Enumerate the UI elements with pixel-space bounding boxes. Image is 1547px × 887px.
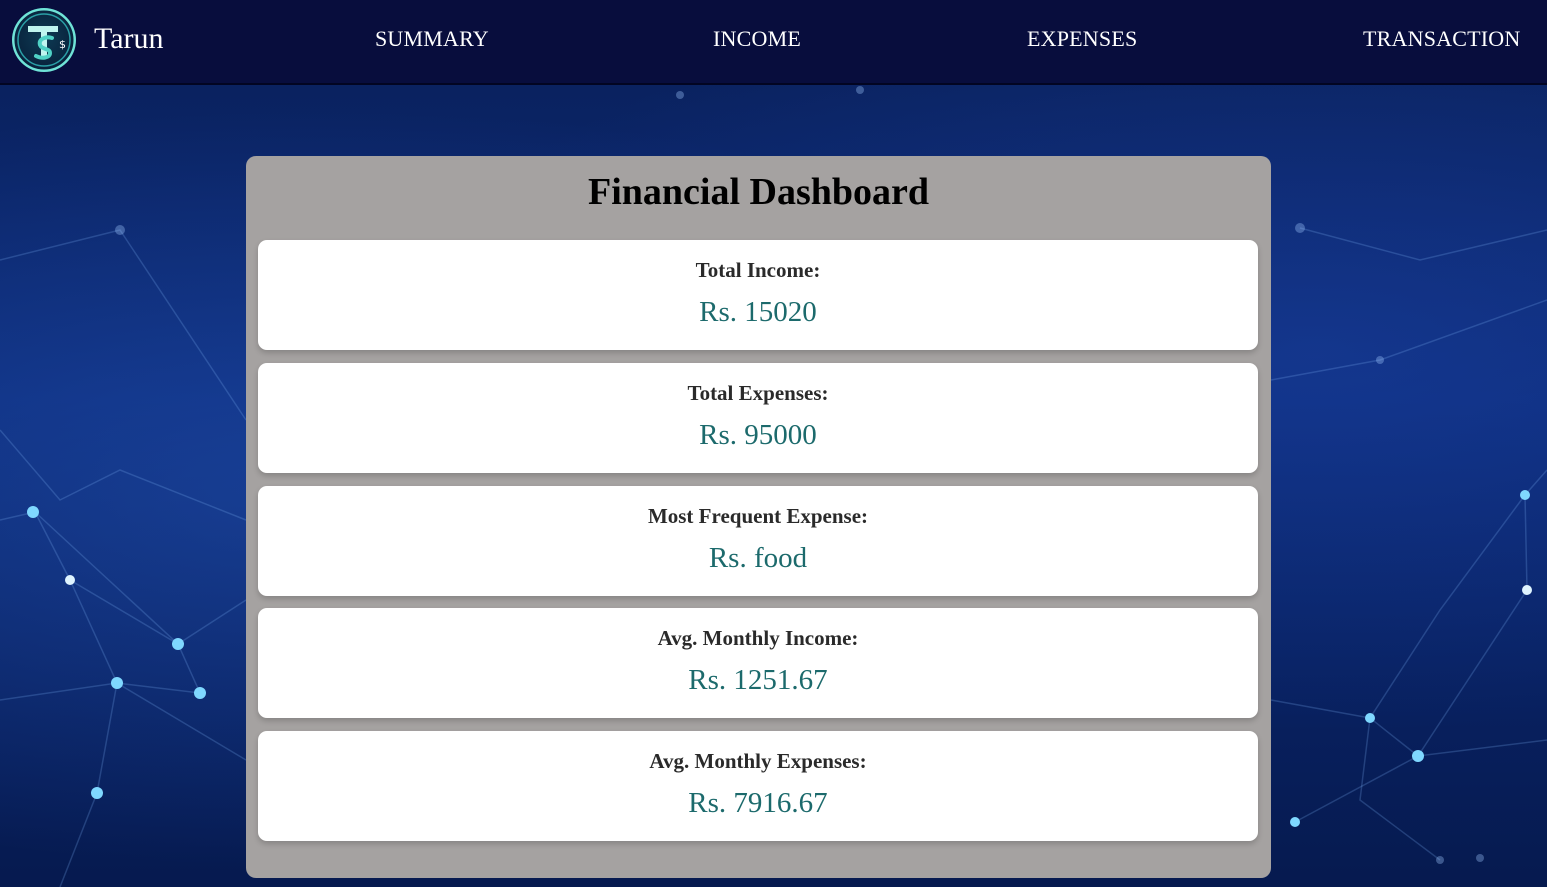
avg-monthly-expenses-card: Avg. Monthly Expenses: Rs. 7916.67 [258,731,1258,841]
total-expenses-value: Rs. 95000 [699,419,817,451]
most-frequent-expense-card: Most Frequent Expense: Rs. food [258,486,1258,596]
brand-name[interactable]: Tarun [94,20,164,58]
most-frequent-expense-value: Rs. food [708,542,808,574]
avg-monthly-expenses-label: Avg. Monthly Expenses: [649,749,867,773]
total-income-label: Total Income: [695,258,821,282]
avg-monthly-income-label: Avg. Monthly Income: [657,626,859,650]
total-expenses-card: Total Expenses: Rs. 95000 [258,363,1258,473]
top-navbar: $ Tarun SUMMARY INCOME EXPENSES TRANSACT… [0,0,1547,85]
nav-expenses[interactable]: EXPENSES [1027,24,1137,54]
nav-income[interactable]: INCOME [713,24,801,54]
page-title: Financial Dashboard [587,171,930,213]
avg-monthly-expenses-value: Rs. 7916.67 [688,787,828,819]
avg-monthly-income-value: Rs. 1251.67 [688,664,828,696]
nav-summary[interactable]: SUMMARY [375,24,489,54]
svg-text:$: $ [59,38,66,51]
avg-monthly-income-card: Avg. Monthly Income: Rs. 1251.67 [258,608,1258,718]
total-income-card: Total Income: Rs. 15020 [258,240,1258,350]
ts-dollar-logo-icon[interactable]: $ [12,8,76,72]
total-expenses-label: Total Expenses: [687,381,829,405]
total-income-value: Rs. 15020 [699,296,817,328]
most-frequent-expense-label: Most Frequent Expense: [647,504,869,528]
financial-dashboard-panel: Financial Dashboard Total Income: Rs. 15… [246,156,1271,878]
nav-transaction[interactable]: TRANSACTION [1363,24,1520,54]
